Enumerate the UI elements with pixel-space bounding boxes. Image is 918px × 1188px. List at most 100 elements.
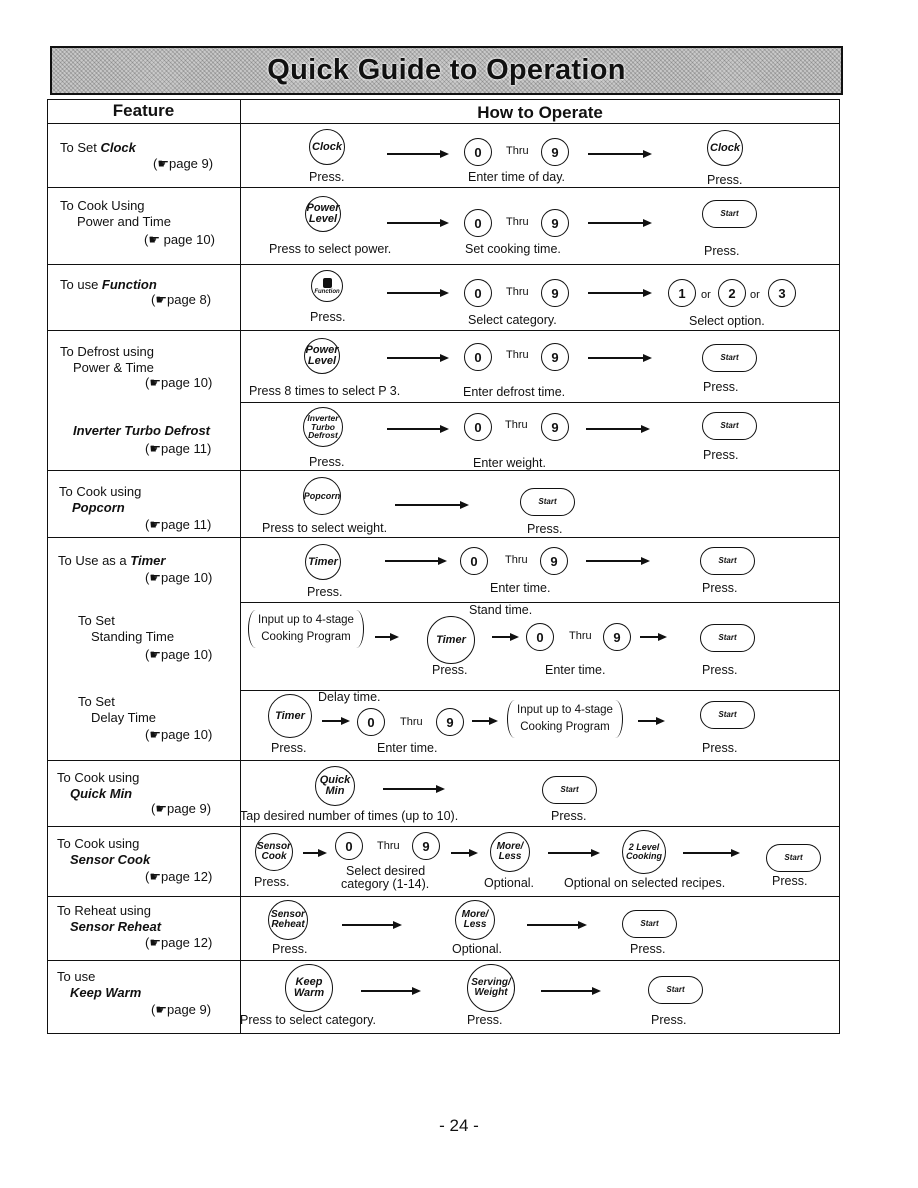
arrow-right-icon (375, 633, 399, 641)
arrow-right-icon (640, 633, 667, 641)
arrow-right-icon (586, 425, 650, 433)
caption: Set cooking time. (465, 242, 561, 256)
caption: Press. (702, 741, 738, 755)
thru-label: Thru (506, 216, 529, 228)
digit-0-button: 0 (357, 708, 385, 736)
arrow-right-icon (638, 717, 665, 725)
inverter-turbo-defrost-button: Inverter Turbo Defrost (303, 407, 343, 447)
page-reference: (☛page 12) (145, 935, 213, 950)
more-less-button: More/ Less (455, 900, 495, 940)
arrow-right-icon (588, 289, 652, 297)
thru-label: Thru (505, 554, 528, 566)
arrow-right-icon (387, 425, 449, 433)
arrow-right-icon (395, 501, 469, 509)
digit-0-button: 0 (335, 832, 363, 860)
keep-warm-button: Keep Warm (285, 964, 333, 1012)
row-divider (47, 896, 840, 897)
sensor-cook-button: Sensor Cook (255, 833, 293, 871)
digit-0-button: 0 (460, 547, 488, 575)
caption: Press. (702, 663, 738, 677)
caption: Press. (272, 942, 308, 956)
caption: Select desired (346, 864, 426, 878)
digit-0-button: 0 (464, 279, 492, 307)
arrow-right-icon (548, 849, 600, 857)
start-button: Start (542, 776, 597, 804)
or-label: or (750, 289, 760, 301)
arrow-right-icon (322, 717, 350, 725)
start-button: Start (622, 910, 677, 938)
function-icon (322, 277, 332, 288)
caption: Press. (271, 741, 307, 755)
start-button: Start (700, 701, 755, 729)
caption: Press. (551, 809, 587, 823)
caption: Press. (310, 310, 346, 324)
clock-button: Clock (707, 130, 743, 166)
page-reference: (☛page 10) (145, 570, 213, 585)
digit-9-button: 9 (541, 413, 569, 441)
digit-0-button: 0 (464, 138, 492, 166)
caption: Press. (309, 455, 345, 469)
thru-label: Thru (569, 630, 592, 642)
caption: Press. (527, 522, 563, 536)
caption: Select option. (689, 314, 765, 328)
thru-label: Thru (506, 349, 529, 361)
power-level-button: Power Level (304, 338, 340, 374)
caption: Enter weight. (473, 456, 546, 470)
caption: Press. (702, 581, 738, 595)
feature-cook-popcorn: To Cook using Popcorn (59, 484, 142, 515)
start-button: Start (702, 200, 757, 228)
arrow-right-icon (472, 717, 498, 725)
thru-label: Thru (400, 716, 423, 728)
caption: Enter time. (545, 663, 606, 677)
caption: Optional. (484, 876, 535, 890)
header-feature: Feature (112, 101, 175, 120)
feature-reheat-sensor-reheat: To Reheat using Sensor Reheat (57, 903, 162, 934)
arrow-right-icon (683, 849, 740, 857)
digit-9-button: 9 (541, 209, 569, 237)
caption: Press. (651, 1013, 687, 1027)
start-button: Start (702, 412, 757, 440)
caption: Press 8 times to select P 3. (249, 384, 401, 398)
caption: Press. (703, 448, 739, 462)
option-3-button: 3 (768, 279, 796, 307)
caption: Enter time. (377, 741, 438, 755)
arrow-right-icon (387, 150, 449, 158)
caption: category (1-14). (341, 877, 430, 891)
feature-set-clock: To Set Clock (60, 140, 136, 155)
header-how-to-operate: How to Operate (477, 103, 603, 122)
caption: Enter defrost time. (463, 385, 566, 399)
option-2-button: 2 (718, 279, 746, 307)
arrow-right-icon (385, 557, 447, 565)
arrow-right-icon (586, 557, 650, 565)
digit-9-button: 9 (603, 623, 631, 651)
arrow-right-icon (303, 849, 327, 857)
arrow-right-icon (541, 987, 601, 995)
or-label: or (701, 289, 711, 301)
more-less-button: More/ Less (490, 832, 530, 872)
page-reference: (☛page 9) (151, 801, 212, 816)
page-reference: (☛page 10) (145, 727, 213, 742)
caption: Optional on selected recipes. (564, 876, 726, 890)
arrow-right-icon (361, 987, 421, 995)
arrow-right-icon (588, 219, 652, 227)
start-button: Start (702, 344, 757, 372)
feature-cook-quick-min: To Cook using Quick Min (57, 770, 140, 801)
digit-9-button: 9 (436, 708, 464, 736)
row-divider (47, 187, 840, 188)
row-divider (47, 760, 840, 761)
caption: Press. (704, 244, 740, 258)
caption: Press. (309, 170, 345, 184)
feature-cook-sensor-cook: To Cook using Sensor Cook (57, 836, 151, 867)
thru-label: Thru (377, 840, 400, 852)
feature-use-function: To use Function (60, 277, 157, 292)
caption: Press. (707, 173, 743, 187)
function-button: Function (311, 270, 343, 302)
digit-0-button: 0 (464, 209, 492, 237)
arrow-right-icon (387, 219, 449, 227)
caption: Press to select power. (269, 242, 392, 256)
row-divider (47, 537, 840, 538)
clock-button: Clock (309, 129, 345, 165)
arrow-right-icon (588, 150, 652, 158)
arrow-right-icon (383, 785, 445, 793)
caption: Press. (307, 585, 343, 599)
